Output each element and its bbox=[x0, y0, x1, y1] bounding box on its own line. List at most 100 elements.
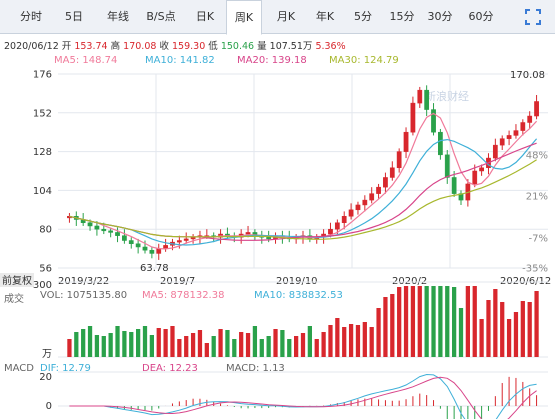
candle-body bbox=[135, 243, 141, 248]
ma20-legend: MA20: 139.18 bbox=[237, 55, 307, 66]
volume-bar bbox=[438, 286, 443, 357]
candle-body bbox=[87, 222, 93, 227]
volume-bar bbox=[94, 335, 100, 357]
ma30-legend: MA30: 124.79 bbox=[329, 55, 399, 66]
volume-bar bbox=[424, 286, 429, 357]
candle-body bbox=[513, 130, 519, 136]
tab-4[interactable]: 日K bbox=[188, 0, 222, 34]
volume-bar bbox=[81, 329, 86, 357]
info-low-label: 低 bbox=[208, 41, 218, 52]
candle-body bbox=[520, 122, 526, 131]
tab-6[interactable]: 月K bbox=[268, 0, 304, 34]
info-high: 170.08 bbox=[123, 41, 157, 52]
candle-body bbox=[389, 167, 395, 178]
volume-bar bbox=[239, 332, 244, 357]
candle-body bbox=[142, 246, 148, 251]
tab-11[interactable]: 60分 bbox=[462, 0, 500, 34]
min-price-label: 63.78 bbox=[140, 263, 169, 274]
volume-bar bbox=[383, 297, 388, 357]
period-tab-bar: 分时 5日 年线 B/S点 日K 周K 月K 年K 5分 15分 30分 60分 bbox=[0, 0, 555, 35]
volume-bar bbox=[431, 286, 436, 357]
volume-bar bbox=[479, 319, 484, 357]
info-change: 5.36% bbox=[315, 41, 346, 52]
volume-legend-ma10: MA10: 838832.53 bbox=[254, 290, 343, 301]
volume-legend-ma5: MA5: 878132.38 bbox=[142, 290, 225, 301]
candle-body bbox=[499, 138, 505, 146]
tab-1[interactable]: 5日 bbox=[56, 0, 92, 34]
info-vol: 107.51万 bbox=[269, 41, 313, 52]
candle-body bbox=[149, 249, 155, 254]
price-tick-label: 176 bbox=[33, 70, 52, 81]
macd-legend-dif: DIF: 12.79 bbox=[40, 363, 91, 374]
volume-bar bbox=[142, 326, 148, 357]
candle-body bbox=[417, 89, 423, 104]
volume-bar bbox=[115, 326, 120, 357]
volume-bar bbox=[156, 328, 161, 357]
volume-bar bbox=[506, 319, 512, 357]
tab-5[interactable]: 周K bbox=[226, 0, 262, 35]
volume-bar bbox=[486, 300, 491, 357]
tab-9[interactable]: 15分 bbox=[384, 0, 420, 34]
price-tick-label: 56 bbox=[39, 264, 52, 275]
volume-bar bbox=[136, 329, 141, 357]
volume-bar bbox=[410, 286, 416, 357]
candle-body bbox=[492, 144, 498, 159]
info-open-label: 开 bbox=[61, 41, 72, 52]
tab-0[interactable]: 分时 bbox=[10, 0, 52, 34]
volume-bar bbox=[307, 326, 312, 357]
volume-bar bbox=[452, 287, 457, 357]
tab-8[interactable]: 5分 bbox=[346, 0, 380, 34]
candle-body bbox=[328, 228, 333, 235]
candle-body bbox=[534, 101, 539, 117]
volume-bar bbox=[87, 326, 93, 357]
volume-bar bbox=[170, 326, 175, 357]
volume-bar bbox=[314, 339, 319, 357]
candle-body bbox=[108, 230, 114, 233]
volume-bar bbox=[218, 329, 223, 357]
info-vol-label: 量 bbox=[257, 41, 267, 52]
macd-legend-macd: MACD: 1.13 bbox=[226, 363, 285, 374]
pct-tick-label: -7% bbox=[529, 234, 548, 245]
candle-body bbox=[266, 237, 272, 240]
info-high-label: 高 bbox=[110, 41, 121, 52]
price-info-line: 2020/06/12 开 153.74 高 170.08 收 159.30 低 … bbox=[4, 38, 346, 52]
max-price-label: 170.08 bbox=[510, 70, 545, 81]
dif-line bbox=[69, 373, 537, 419]
volume-bar bbox=[335, 318, 340, 357]
candle-body bbox=[472, 170, 478, 185]
macd-legend-dea: DEA: 12.23 bbox=[142, 363, 198, 374]
candle-body bbox=[527, 115, 533, 123]
tab-2[interactable]: 年线 bbox=[98, 0, 138, 34]
volume-bar bbox=[397, 287, 402, 357]
volume-bar bbox=[287, 339, 292, 357]
candle-body bbox=[355, 204, 361, 211]
volume-bar bbox=[355, 325, 361, 357]
ma10-legend: MA10: 141.82 bbox=[145, 55, 215, 66]
candle-body bbox=[341, 216, 347, 223]
volume-bar bbox=[280, 330, 285, 357]
tab-3[interactable]: B/S点 bbox=[138, 0, 184, 34]
candle-body bbox=[115, 232, 120, 236]
candle-body bbox=[438, 131, 443, 156]
info-close-label: 收 bbox=[159, 41, 169, 52]
candle-body bbox=[122, 235, 127, 241]
candle-body bbox=[156, 248, 162, 254]
volume-bar bbox=[342, 327, 347, 357]
volume-bar bbox=[273, 329, 278, 357]
price-tick-label: 80 bbox=[39, 225, 52, 236]
tab-10[interactable]: 30分 bbox=[422, 0, 458, 34]
volume-bar bbox=[534, 291, 539, 357]
volume-bar bbox=[520, 301, 525, 357]
volume-bar bbox=[245, 333, 251, 357]
fullscreen-icon[interactable] bbox=[525, 9, 541, 25]
tab-7[interactable]: 年K bbox=[308, 0, 342, 34]
volume-bar bbox=[513, 312, 519, 357]
volume-bar bbox=[403, 286, 409, 357]
dea-line bbox=[69, 376, 537, 419]
candle-body bbox=[334, 222, 340, 230]
volume-bar bbox=[259, 339, 264, 357]
candle-body bbox=[101, 228, 107, 232]
volume-bar bbox=[177, 339, 182, 357]
volume-bar bbox=[465, 286, 470, 357]
candle-body bbox=[451, 177, 457, 194]
